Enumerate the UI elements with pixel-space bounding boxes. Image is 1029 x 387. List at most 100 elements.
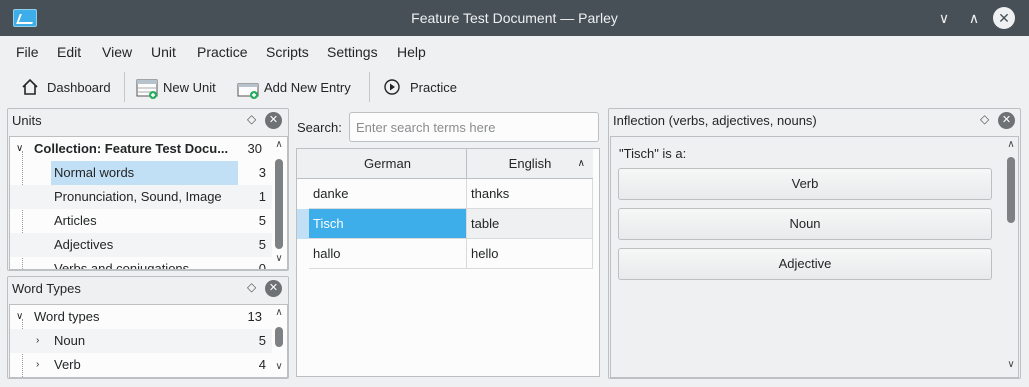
menu-settings[interactable]: Settings (327, 44, 378, 60)
window-title: Feature Test Document — Parley (411, 10, 618, 26)
maximize-button[interactable]: ∧ (963, 7, 985, 29)
scroll-thumb[interactable] (275, 327, 283, 347)
diamond-icon[interactable]: ◇ (247, 280, 256, 294)
dashboard-label: Dashboard (47, 79, 111, 95)
units-panel: Units ◇ ✕ ∨ Collection: Feature Test Doc… (7, 108, 289, 271)
tree-item-count: 30 (247, 141, 262, 156)
close-icon[interactable]: ✕ (265, 112, 282, 129)
tree-item-label: Verb (54, 357, 81, 372)
tree-row-adjectives[interactable]: Adjectives 5 (10, 233, 272, 257)
table-cell[interactable]: hallo (309, 239, 467, 269)
tree-row-word-types[interactable]: ∨ Word types 13 (10, 305, 272, 329)
table-cell[interactable]: danke (309, 179, 467, 209)
tree-item-label: Collection: Feature Test Docu... (34, 141, 229, 156)
tree-item-count: 13 (247, 309, 262, 324)
main-toolbar: Dashboard New Unit Add New Entry Practic… (0, 68, 1029, 106)
toolbar-separator (369, 72, 370, 102)
menu-file[interactable]: File (16, 44, 39, 60)
tree-row-noun[interactable]: › Noun 5 (10, 329, 272, 353)
chevron-down-icon[interactable]: ∨ (16, 137, 23, 161)
table-cell[interactable]: table (467, 209, 593, 239)
verb-button[interactable]: Verb (618, 168, 992, 200)
menu-edit[interactable]: Edit (57, 44, 81, 60)
menu-view[interactable]: View (102, 44, 132, 60)
scroll-up-icon[interactable]: ∧ (1004, 139, 1018, 150)
new-unit-button[interactable]: New Unit (136, 72, 216, 102)
tree-row-articles[interactable]: Articles 5 (10, 209, 272, 233)
chevron-down-icon[interactable]: ∨ (16, 305, 23, 329)
word-types-scrollbar[interactable]: ∧ ∨ (272, 305, 286, 377)
noun-button[interactable]: Noun (618, 208, 992, 240)
menu-scripts[interactable]: Scripts (266, 44, 309, 60)
inflection-prompt: "Tisch" is a: (619, 146, 687, 161)
adjective-button[interactable]: Adjective (618, 248, 992, 280)
chevron-right-icon[interactable]: › (36, 353, 39, 377)
column-header-german[interactable]: German (309, 149, 467, 179)
dashboard-button[interactable]: Dashboard (20, 72, 111, 102)
tree-row-normal-words[interactable]: Normal words 3 (10, 161, 272, 185)
column-header-english[interactable]: English ∧ (467, 149, 593, 179)
tree-item-label: Noun (54, 333, 86, 348)
table-cell-selected[interactable]: Tisch (309, 209, 467, 239)
scroll-up-icon[interactable]: ∧ (272, 139, 286, 150)
search-label: Search: (297, 120, 342, 135)
word-types-panel-title: Word Types (12, 281, 81, 296)
column-header-label: English (508, 156, 552, 171)
tree-item-label: Articles (54, 213, 97, 228)
tree-item-count: 1 (258, 189, 266, 204)
close-window-button[interactable]: ✕ (993, 7, 1015, 29)
search-input[interactable] (349, 112, 599, 142)
inflection-panel: Inflection (verbs, adjectives, nouns) ◇ … (608, 108, 1021, 379)
practice-label: Practice (410, 79, 457, 95)
scroll-thumb[interactable] (1007, 157, 1015, 223)
scroll-down-icon[interactable]: ∨ (272, 253, 286, 264)
tree-row-verb[interactable]: › Verb 4 (10, 353, 272, 377)
tree-row-verbs[interactable]: Verbs and conjugations 0 (10, 257, 272, 270)
add-new-entry-label: Add New Entry (264, 79, 351, 95)
new-unit-label: New Unit (163, 79, 216, 95)
new-unit-icon (136, 77, 158, 99)
tree-item-label: Word types (34, 309, 100, 324)
home-icon (20, 77, 42, 97)
diamond-icon[interactable]: ◇ (247, 112, 256, 126)
units-panel-title: Units (12, 113, 42, 128)
units-scrollbar[interactable]: ∧ ∨ (272, 137, 286, 269)
tree-item-label: Verbs and conjugations (54, 261, 190, 270)
sort-ascending-icon: ∧ (577, 158, 585, 169)
minimize-button[interactable]: ∨ (933, 7, 955, 29)
menu-practice[interactable]: Practice (197, 44, 248, 60)
table-cell[interactable]: thanks (467, 179, 593, 209)
vocabulary-table: German English ∧ danke thanks Tisch tabl… (296, 148, 600, 377)
add-new-entry-button[interactable]: Add New Entry (237, 72, 351, 102)
tree-item-label: Pronunciation, Sound, Image (54, 189, 222, 204)
scroll-thumb[interactable] (275, 159, 283, 249)
practice-button[interactable]: Practice (383, 72, 457, 102)
close-icon[interactable]: ✕ (998, 112, 1015, 129)
chevron-right-icon[interactable]: › (36, 329, 39, 353)
diamond-icon[interactable]: ◇ (980, 112, 989, 126)
tree-item-count: 3 (258, 165, 266, 180)
tree-item-count: 4 (258, 357, 266, 372)
tree-row-collection[interactable]: ∨ Collection: Feature Test Docu... 30 (10, 137, 272, 161)
tree-item-count: 5 (258, 333, 266, 348)
menu-help[interactable]: Help (397, 44, 426, 60)
inflection-panel-title: Inflection (verbs, adjectives, nouns) (613, 113, 817, 128)
row-header-corner (297, 149, 309, 179)
tree-item-count: 5 (258, 237, 266, 252)
scroll-down-icon[interactable]: ∨ (272, 361, 286, 372)
tree-row-pronunciation[interactable]: Pronunciation, Sound, Image 1 (10, 185, 272, 209)
table-cell[interactable]: hello (467, 239, 593, 269)
menu-unit[interactable]: Unit (151, 44, 176, 60)
scroll-up-icon[interactable]: ∧ (272, 307, 286, 318)
title-bar: Feature Test Document — Parley ∨ ∧ ✕ (0, 0, 1029, 36)
tree-item-label: Normal words (54, 165, 135, 180)
toolbar-separator (124, 72, 125, 102)
menu-bar: File Edit View Unit Practice Scripts Set… (0, 36, 1029, 68)
inflection-scrollbar[interactable]: ∧ ∨ (1004, 137, 1018, 377)
add-entry-icon (237, 77, 259, 99)
scroll-down-icon[interactable]: ∨ (1004, 359, 1018, 370)
tree-item-count: 0 (258, 261, 266, 270)
units-tree: ∨ Collection: Feature Test Docu... 30 No… (9, 136, 288, 270)
close-icon[interactable]: ✕ (265, 280, 282, 297)
row-selection-marker[interactable] (297, 209, 309, 239)
